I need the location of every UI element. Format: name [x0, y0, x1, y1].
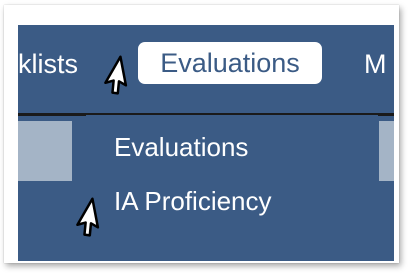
menu-item-next[interactable]: M: [364, 48, 387, 80]
content-panel-left: [18, 121, 72, 181]
content-panel-right: [379, 121, 394, 181]
menu-item-evaluations[interactable]: Evaluations: [138, 42, 322, 84]
mouse-pointer-icon: [76, 197, 100, 237]
menu-item-checklists[interactable]: klists: [18, 48, 78, 80]
dropdown-item-ia-proficiency[interactable]: IA Proficiency: [114, 185, 272, 217]
evaluations-dropdown: Evaluations IA Proficiency: [86, 115, 378, 261]
screenshot-frame: klists Evaluations M Evaluations IA Prof…: [4, 5, 399, 263]
mouse-pointer-icon: [104, 55, 128, 95]
dropdown-item-evaluations[interactable]: Evaluations: [114, 131, 248, 163]
app-window: klists Evaluations M Evaluations IA Prof…: [18, 25, 394, 261]
